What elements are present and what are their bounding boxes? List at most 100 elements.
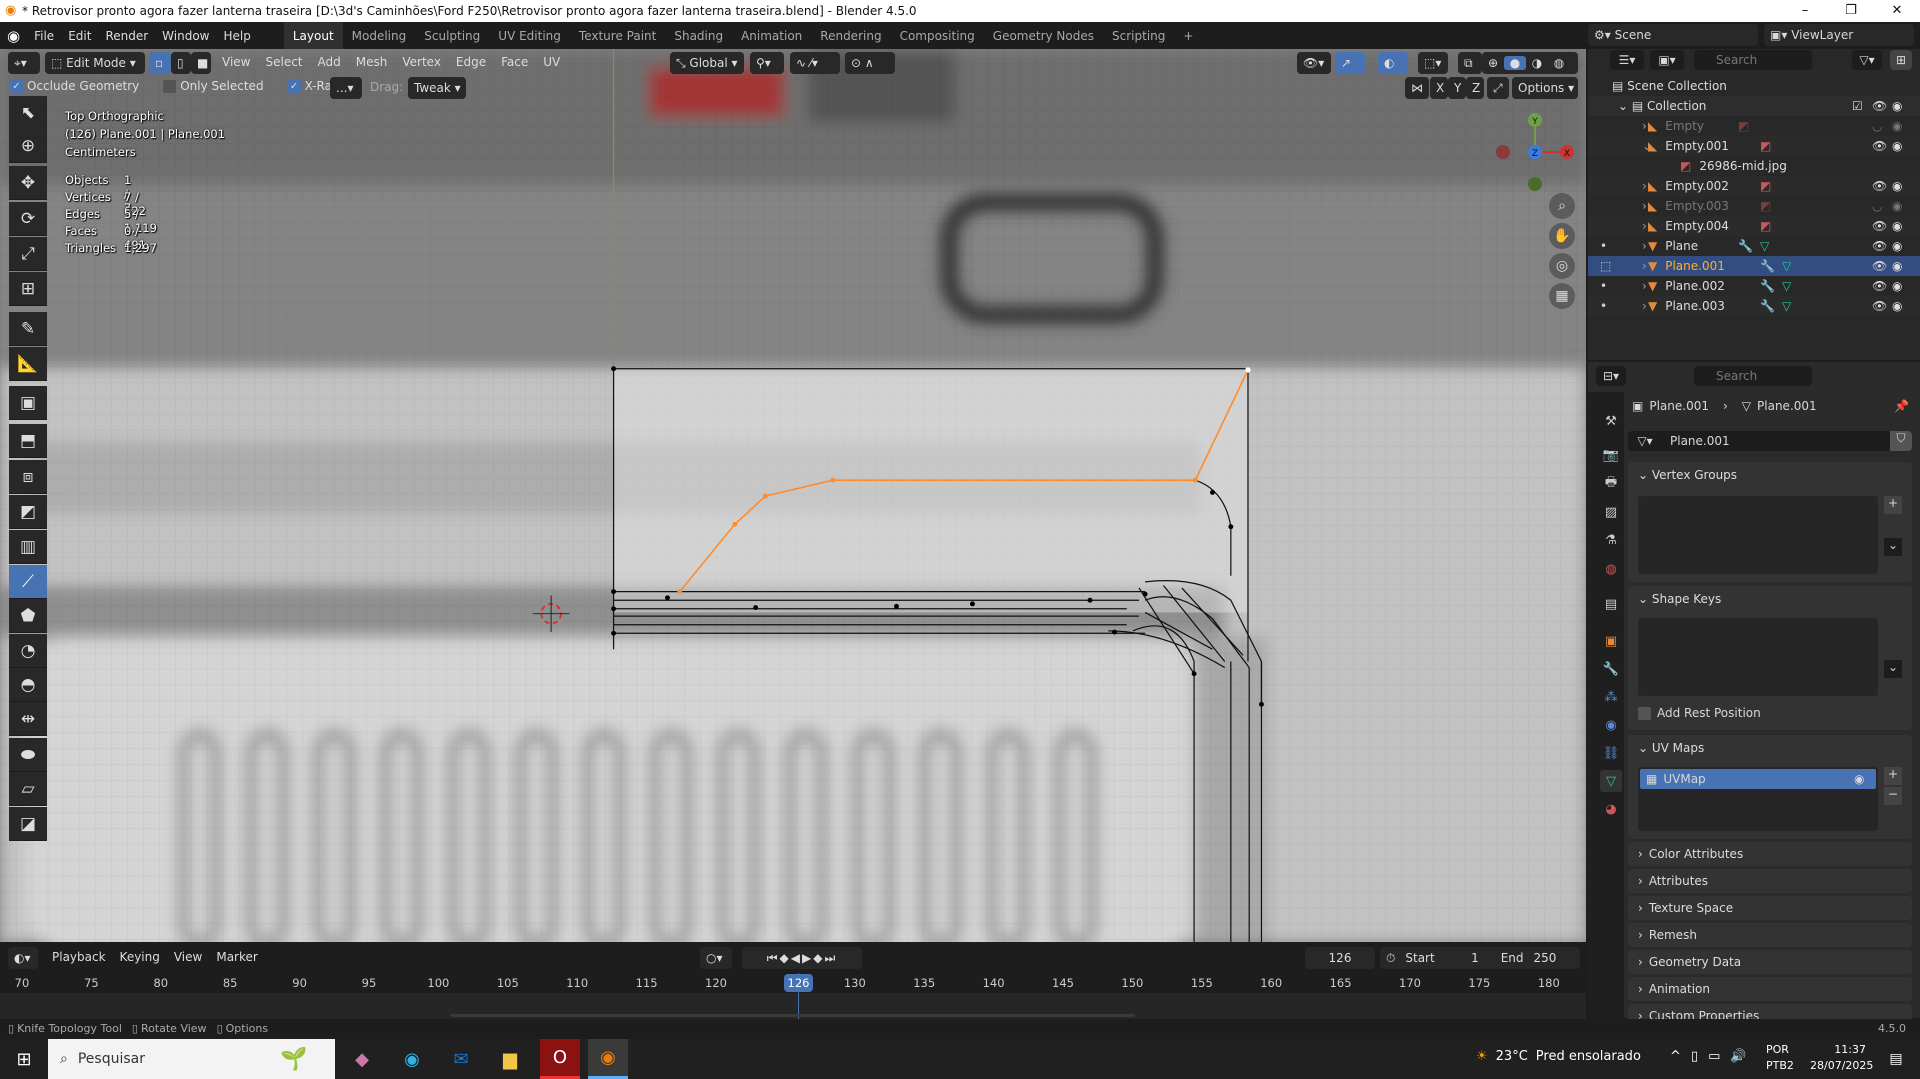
chevron-up-icon[interactable]: ^ (1670, 1049, 1681, 1064)
eye-icon[interactable]: 👁 (1872, 299, 1887, 313)
menu-render[interactable]: Render (98, 22, 155, 49)
shape-keys-list[interactable] (1638, 618, 1878, 696)
outliner-search-input[interactable]: Search (1694, 50, 1812, 70)
maximize-button[interactable]: ❐ (1828, 0, 1874, 22)
properties-search-input[interactable]: Search (1694, 366, 1812, 386)
mirror-y-button[interactable]: Y (1448, 77, 1466, 99)
smooth-tool-icon[interactable]: ◓ (9, 668, 47, 702)
wireframe-icon[interactable]: ⊕ (1482, 56, 1504, 70)
chevron-right-icon[interactable]: › (1642, 299, 1647, 313)
chevron-right-icon[interactable]: › (1642, 199, 1647, 213)
scale-tool-icon[interactable]: ⤢ (9, 237, 47, 271)
outliner-item[interactable]: › ◣ Empty.002 ◩ 👁 ◉ (1588, 176, 1920, 196)
camera-icon[interactable]: ◉ (1892, 299, 1902, 313)
usb-icon[interactable]: ▯ (1691, 1049, 1698, 1064)
language-indicator[interactable]: POR PTB2 (1766, 1042, 1794, 1074)
drag-dropdown[interactable]: Tweak ▾ (408, 77, 466, 99)
overlay-toggle[interactable]: ◐ (1378, 52, 1408, 74)
outlook-icon[interactable]: ✉ (441, 1039, 481, 1079)
editor-type-button[interactable]: ◐▾ (8, 947, 38, 969)
select-box-tool-icon[interactable]: ⬉ (9, 96, 47, 130)
outliner-item[interactable]: ◩ 26986-mid.jpg (1588, 156, 1920, 176)
add-rest-position-checkbox[interactable] (1638, 706, 1651, 720)
vertex-select-button[interactable]: ▫ (149, 52, 171, 74)
timeline-menu-playback[interactable]: Playback (52, 950, 106, 964)
panel-animation[interactable]: › Animation (1628, 977, 1912, 1001)
minimize-button[interactable]: – (1782, 0, 1828, 22)
timeline-scrollbar[interactable] (450, 1014, 1135, 1017)
outliner-item[interactable]: › ▼ Plane 🔧 ▽ • 👁 ◉ (1588, 236, 1920, 256)
stopwatch-icon[interactable]: ⏱ (1386, 951, 1395, 966)
camera-icon[interactable]: ◉ (1892, 119, 1902, 133)
camera-icon[interactable]: ◉ (1892, 279, 1902, 293)
timeline-menu-view[interactable]: View (174, 950, 202, 964)
viewport-menu-vertex[interactable]: Vertex (402, 55, 441, 69)
start-field[interactable]: 1 (1445, 951, 1479, 965)
shading-modes[interactable]: ⊕ ● ◑ ◍ (1482, 52, 1578, 74)
viewport-menu-select[interactable]: Select (265, 55, 302, 69)
current-frame-field[interactable]: 126 (1305, 947, 1375, 969)
material-tab-icon[interactable]: ◕ (1600, 798, 1622, 820)
weather-widget[interactable]: ☀ 23°C Pred ensolarado (1476, 1049, 1641, 1064)
shear-tool-icon[interactable]: ▱ (9, 772, 47, 806)
pivot-selector[interactable]: ⚲▾ (750, 52, 784, 74)
chevron-right-icon[interactable]: › (1642, 239, 1647, 253)
camera-icon[interactable]: ◉ (1892, 199, 1902, 213)
volume-icon[interactable]: 🔊 (1730, 1049, 1746, 1064)
chevron-right-icon[interactable]: › (1642, 119, 1647, 133)
timeline-menu-keying[interactable]: Keying (120, 950, 160, 964)
loop-cut-tool-icon[interactable]: ▥ (9, 530, 47, 564)
shrink-fatten-tool-icon[interactable]: ⬬ (9, 738, 47, 772)
eye-icon[interactable]: 👁 (1872, 279, 1887, 293)
edge-select-button[interactable]: ▯ (171, 52, 191, 74)
camera-icon[interactable]: ◉ (1892, 239, 1902, 253)
outliner-item[interactable]: › ◣ Empty.004 ◩ 👁 ◉ (1588, 216, 1920, 236)
uv-maps-header[interactable]: ⌄ UV Maps (1628, 735, 1912, 761)
annotate-tool-icon[interactable]: ✎ (9, 312, 47, 346)
move-tool-icon[interactable]: ✥ (9, 166, 47, 200)
fake-user-shield-icon[interactable]: ⛉ (1890, 431, 1912, 451)
modifier-wrench-icon[interactable]: 🔧 (1738, 239, 1753, 253)
scene-tab-icon[interactable]: ⚗ (1600, 529, 1622, 551)
shape-key-menu-button[interactable]: ⌄ (1884, 660, 1902, 678)
mode-selector[interactable]: ⬚ Edit Mode ▾ (45, 52, 145, 74)
tab-sculpting[interactable]: Sculpting (415, 22, 489, 49)
ortho-grid-icon[interactable]: ▦ (1549, 283, 1575, 309)
system-tray[interactable]: ^ ▯ ▭ 🔊 (1670, 1049, 1747, 1064)
tool-tab-icon[interactable]: ⚒ (1600, 410, 1622, 432)
add-cube-tool-icon[interactable]: ▣ (9, 386, 47, 420)
zoom-icon[interactable]: ⌕ (1549, 193, 1575, 219)
tab-modeling[interactable]: Modeling (343, 22, 416, 49)
eye-closed-icon[interactable]: ◡ (1872, 119, 1882, 133)
tab-shading[interactable]: Shading (665, 22, 732, 49)
xray-checkbox[interactable]: ✓ (287, 79, 301, 93)
snap-button[interactable]: ∿ ⁄▾ (790, 52, 840, 74)
chevron-down-icon[interactable]: ⌄ (1642, 139, 1652, 153)
file-explorer-icon[interactable]: ▆ (490, 1039, 530, 1079)
keyframe-record-button[interactable]: ○▾ (700, 947, 732, 969)
constraints-tab-icon[interactable]: ⛓ (1600, 742, 1622, 764)
vertex-groups-header[interactable]: ⌄ Vertex Groups (1628, 462, 1912, 488)
panel-color-attributes[interactable]: › Color Attributes (1628, 842, 1912, 866)
eye-icon[interactable]: 👁 (1872, 179, 1887, 193)
editor-type-button[interactable]: ⌖▾ (8, 52, 40, 74)
gizmo-toggle[interactable]: ↗ (1335, 52, 1365, 74)
mesh-data-icon[interactable]: ▽ (1782, 279, 1791, 293)
outliner-item[interactable]: ⌄ ◣ Empty.001 ◩ 👁 ◉ (1588, 136, 1920, 156)
outliner-item[interactable]: › ▼ Plane.003 🔧 ▽ • 👁 ◉ (1588, 296, 1920, 316)
network-icon[interactable]: ▭ (1708, 1049, 1720, 1064)
modifier-wrench-icon[interactable]: 🔧 (1760, 259, 1775, 273)
filter-view-button[interactable]: ▣▾ (1650, 50, 1684, 70)
panel-texture-space[interactable]: › Texture Space (1628, 896, 1912, 920)
outliner-item[interactable]: › ◣ Empty ◩ ◡ ◉ (1588, 116, 1920, 136)
camera-icon[interactable]: ◉ (1892, 139, 1902, 153)
timeline-menu-marker[interactable]: Marker (216, 950, 257, 964)
playhead-frame[interactable]: 126 (784, 974, 813, 992)
bevel-tool-icon[interactable]: ◩ (9, 495, 47, 529)
playback-controls[interactable]: ⏮◆◀▶◆⏭ (742, 947, 862, 969)
new-collection-icon[interactable]: ⊞ (1890, 50, 1912, 70)
tab-geometry-nodes[interactable]: Geometry Nodes (984, 22, 1103, 49)
auto-merge-icon[interactable]: ⤢ (1487, 77, 1509, 99)
navigation-gizmo[interactable]: Y X Z (1490, 107, 1580, 197)
mirror-icon[interactable]: ⋈ (1405, 77, 1429, 99)
